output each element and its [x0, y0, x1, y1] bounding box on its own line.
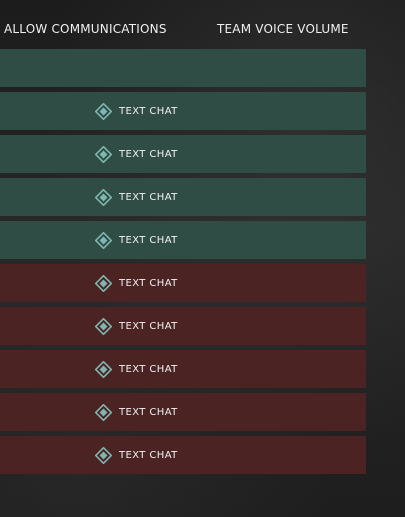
player-row: TEXT CHAT [0, 307, 366, 345]
diamond-chat-icon [95, 231, 112, 249]
player-row: TEXT CHAT [0, 350, 366, 388]
text-chat-label: TEXT CHAT [119, 320, 178, 332]
text-chat-label: TEXT CHAT [119, 406, 178, 418]
text-chat-toggle[interactable]: TEXT CHAT [95, 221, 178, 259]
diamond-chat-icon [95, 360, 112, 378]
diamond-chat-icon [95, 403, 112, 421]
text-chat-toggle[interactable]: TEXT CHAT [95, 178, 178, 216]
text-chat-toggle[interactable]: TEXT CHAT [95, 92, 178, 130]
text-chat-label: TEXT CHAT [119, 449, 178, 461]
text-chat-label: TEXT CHAT [119, 363, 178, 375]
text-chat-toggle[interactable]: TEXT CHAT [95, 350, 178, 388]
text-chat-label: TEXT CHAT [119, 148, 178, 160]
diamond-chat-icon [95, 446, 112, 464]
player-rows: TEXT CHAT TEXT CHAT TEXT CHAT TEXT CHAT … [0, 49, 366, 479]
diamond-chat-icon [95, 102, 112, 120]
text-chat-toggle[interactable]: TEXT CHAT [95, 135, 178, 173]
player-row: TEXT CHAT [0, 92, 366, 130]
text-chat-label: TEXT CHAT [119, 234, 178, 246]
allow-communications-header: ALLOW COMMUNICATIONS [4, 22, 167, 36]
player-row: TEXT CHAT [0, 393, 366, 431]
text-chat-label: TEXT CHAT [119, 277, 178, 289]
text-chat-toggle[interactable]: TEXT CHAT [95, 264, 178, 302]
player-row: TEXT CHAT [0, 135, 366, 173]
player-row: TEXT CHAT [0, 221, 366, 259]
player-row: TEXT CHAT [0, 178, 366, 216]
communications-header: ALLOW COMMUNICATIONS TEAM VOICE VOLUME [0, 0, 405, 49]
text-chat-toggle[interactable]: TEXT CHAT [95, 393, 178, 431]
text-chat-toggle[interactable]: TEXT CHAT [95, 436, 178, 474]
player-row: TEXT CHAT [0, 436, 366, 474]
text-chat-label: TEXT CHAT [119, 105, 178, 117]
text-chat-label: TEXT CHAT [119, 191, 178, 203]
diamond-chat-icon [95, 188, 112, 206]
text-chat-toggle[interactable]: TEXT CHAT [95, 307, 178, 345]
diamond-chat-icon [95, 274, 112, 292]
player-row [0, 49, 366, 87]
diamond-chat-icon [95, 145, 112, 163]
player-row: TEXT CHAT [0, 264, 366, 302]
team-voice-volume-header: TEAM VOICE VOLUME [217, 22, 349, 36]
diamond-chat-icon [95, 317, 112, 335]
